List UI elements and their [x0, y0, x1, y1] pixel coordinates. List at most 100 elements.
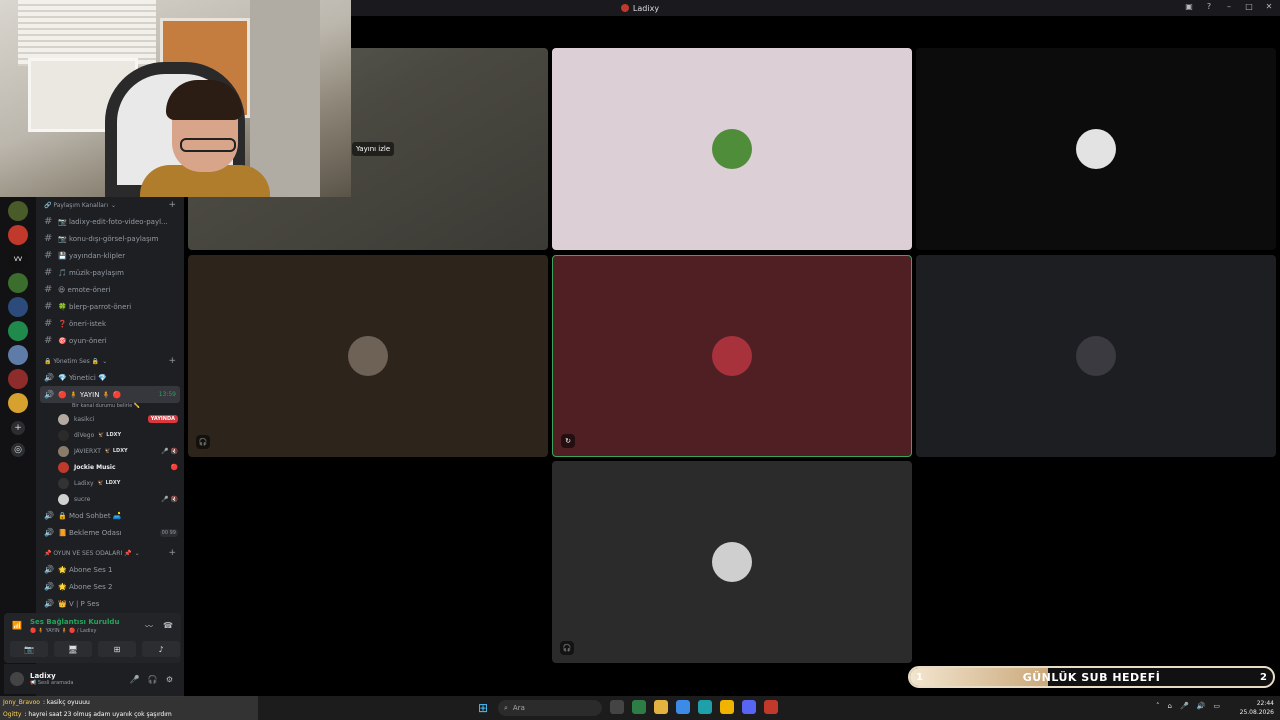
hash-icon: #	[44, 233, 53, 244]
text-channel[interactable]: # 📷 ladixy-edit-foto-video-payl...	[36, 213, 184, 230]
server-icon[interactable]	[8, 225, 28, 245]
voice-user[interactable]: kasikci YAYINDA	[36, 411, 184, 427]
voice-user[interactable]: JAVIERXT 🦅 LDXY 🎤 🔇	[36, 443, 184, 459]
search-box[interactable]: ⌕ Ara	[498, 700, 602, 716]
avatar	[58, 461, 69, 473]
channel-name: 🌟 Abone Ses 2	[58, 582, 113, 591]
text-channel[interactable]: # ❓ öneri-istek	[36, 315, 184, 332]
microphone-icon[interactable]: 🎤	[130, 675, 140, 684]
xbox-icon[interactable]	[632, 700, 646, 714]
channel-name: 💾 yayından-klipler	[58, 251, 126, 260]
channel-name: 🎵 müzik-paylaşım	[58, 268, 124, 277]
hash-icon: #	[44, 301, 53, 312]
avatar	[712, 336, 752, 376]
participant-tile[interactable]: ↻	[552, 255, 912, 457]
camera-off-button[interactable]: 📷	[10, 641, 48, 657]
text-channel[interactable]: # 🍀 blerp-parrot-öneri	[36, 298, 184, 315]
server-icon[interactable]	[8, 393, 28, 413]
server-icon[interactable]	[8, 321, 28, 341]
signal-icon[interactable]: 📶	[12, 621, 22, 630]
help-icon[interactable]: ?	[1204, 2, 1214, 11]
user-name: kasikci	[74, 415, 95, 423]
door	[250, 0, 320, 197]
server-icon[interactable]	[8, 201, 28, 221]
voice-user[interactable]: sucre 🎤 🔇	[36, 491, 184, 507]
server-icon[interactable]	[8, 273, 28, 293]
screen-share-button[interactable]: 🖥	[54, 641, 92, 657]
app-icon[interactable]	[764, 700, 778, 714]
voice-channel-admin[interactable]: 🔊 💎 Yönetici 💎	[36, 369, 184, 386]
voice-channel[interactable]: 🔊 🌟 Abone Ses 2	[36, 578, 184, 595]
battery-icon[interactable]: ▭	[1213, 702, 1220, 710]
task-view-icon[interactable]	[610, 700, 624, 714]
copilot-icon[interactable]	[676, 700, 690, 714]
voice-channel-name[interactable]: 🔴 🧍 YAYIN 🧍 🔴 / Ladixy	[30, 628, 96, 634]
text-channel[interactable]: # 🎵 müzik-paylaşım	[36, 264, 184, 281]
discord-icon[interactable]	[742, 700, 756, 714]
username[interactable]: Ladixy	[30, 672, 73, 680]
voice-user[interactable]: Ladixy 🦅 LDXY	[36, 475, 184, 491]
hash-icon: #	[44, 335, 53, 346]
text-channel[interactable]: # 💾 yayından-klipler	[36, 247, 184, 264]
participant-tile[interactable]	[916, 48, 1276, 250]
taskbar: ⊞ ⌕ Ara ˄ ⌂ 🎤 🔊 ▭ 22:44 25.08.2026	[258, 696, 1280, 720]
minimize-button[interactable]: –	[1224, 2, 1234, 11]
inbox-icon[interactable]: ▣	[1184, 2, 1194, 11]
participant-tile[interactable]	[916, 255, 1276, 457]
edge-icon[interactable]	[698, 700, 712, 714]
server-icon[interactable]	[8, 297, 28, 317]
file-explorer-icon[interactable]	[654, 700, 668, 714]
voice-channel[interactable]: 🔊 👑 V | P Ses	[36, 595, 184, 612]
microphone-icon[interactable]: 🎤	[1180, 702, 1189, 710]
add-channel-button[interactable]: +	[168, 548, 176, 558]
voice-status[interactable]: Ses Bağlantısı Kuruldu	[30, 618, 119, 626]
headphones-icon[interactable]: 🎧	[148, 675, 158, 684]
maximize-button[interactable]: □	[1244, 2, 1254, 11]
participant-tile[interactable]	[552, 48, 912, 250]
discover-icon[interactable]: ◎	[11, 443, 25, 457]
category-admin[interactable]: 🔒 Yönetim Ses 🔒 ⌄ +	[36, 353, 184, 369]
speaker-icon: 🔊	[44, 582, 54, 591]
participant-tile[interactable]: 🎧	[188, 255, 548, 457]
add-server-button[interactable]: +	[11, 421, 25, 435]
voice-user[interactable]: diVego 🦅 LDXY	[36, 427, 184, 443]
voice-channel-stream[interactable]: 🔊 🔴 🧍 YAYIN 🧍 🔴 13:59	[40, 386, 180, 403]
voice-state-icons: 🎤 🔇	[161, 495, 178, 503]
text-channel[interactable]: # 📷 konu-dışı-görsel-paylaşım	[36, 230, 184, 247]
watch-stream-button[interactable]: Yayını izle	[352, 142, 395, 156]
close-button[interactable]: ✕	[1264, 2, 1274, 11]
windows-start-icon[interactable]: ⊞	[478, 701, 492, 715]
server-icon[interactable]: VV	[8, 249, 28, 269]
gear-icon[interactable]: ⚙	[166, 675, 173, 684]
voice-channel-waiting[interactable]: 🔊 📙 Bekleme Odası 00 99	[36, 524, 184, 541]
channel-status[interactable]: Bir kanal durumu belirle ✏️	[36, 403, 184, 411]
noise-suppression-icon[interactable]: 〰	[145, 621, 153, 632]
channel-timer: 13:59	[158, 391, 176, 398]
activities-button[interactable]: ⊞	[98, 641, 136, 657]
category-share[interactable]: 🔗 Paylaşım Kanalları ⌄ +	[36, 197, 184, 213]
voice-channel-mod[interactable]: 🔊 🔒 Mod Sohbet 🛋️	[36, 507, 184, 524]
add-channel-button[interactable]: +	[168, 200, 176, 210]
voice-state-icons: 🔴	[170, 463, 178, 471]
server-icon[interactable]	[8, 369, 28, 389]
voice-user[interactable]: Jockie Music 🔴	[36, 459, 184, 475]
avatar[interactable]	[10, 672, 24, 686]
text-channel[interactable]: # 😆 emote-öneri	[36, 281, 184, 298]
server-icon[interactable]	[8, 345, 28, 365]
voice-channel[interactable]: 🔊 🌟 Abone Ses 1	[36, 561, 184, 578]
voice-state-icons: 🎤 🔇	[161, 447, 178, 455]
chrome-icon[interactable]	[720, 700, 734, 714]
channel-name: ❓ öneri-istek	[58, 319, 107, 328]
category-game[interactable]: 📌 OYUN VE SES ODALARI 📌 ⌄ +	[36, 545, 184, 561]
text-channel[interactable]: # 🎯 oyun-öneri	[36, 332, 184, 349]
participant-tile[interactable]: 🎧	[552, 461, 912, 663]
clock[interactable]: 22:44 25.08.2026	[1240, 699, 1274, 717]
volume-icon[interactable]: 🔊	[1197, 702, 1206, 710]
soundboard-button[interactable]: ♪	[142, 641, 180, 657]
disconnect-icon[interactable]: ☎	[163, 621, 173, 630]
network-icon[interactable]: ⌂	[1167, 702, 1171, 710]
channel-name: 📷 ladixy-edit-foto-video-payl...	[58, 217, 168, 226]
chevron-up-icon[interactable]: ˄	[1156, 702, 1160, 710]
add-channel-button[interactable]: +	[168, 356, 176, 366]
chat-message: Ogitty : hayrei saat 23 olmuş adam uyanı…	[0, 708, 258, 720]
